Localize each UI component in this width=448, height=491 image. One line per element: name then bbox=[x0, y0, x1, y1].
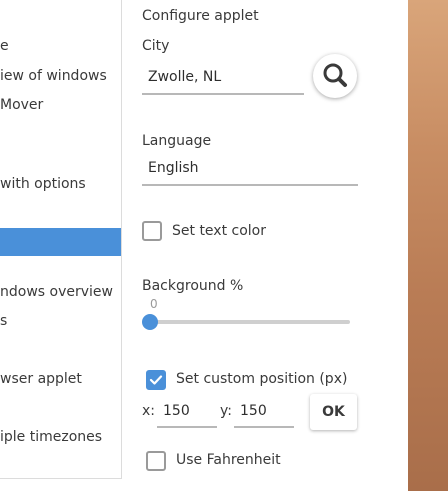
background-value: 0 bbox=[150, 297, 158, 311]
list-item-label: wser applet bbox=[0, 371, 82, 387]
set-text-color-checkbox[interactable] bbox=[142, 221, 162, 241]
list-item-label: with options bbox=[0, 176, 86, 192]
language-label: Language bbox=[142, 133, 212, 149]
list-item[interactable]: with options bbox=[0, 170, 121, 198]
search-button[interactable] bbox=[313, 54, 357, 98]
background-label: Background % bbox=[142, 278, 244, 294]
config-title: Configure applet bbox=[142, 8, 259, 24]
check-icon bbox=[149, 375, 163, 385]
custom-position-label: Set custom position (px) bbox=[176, 371, 348, 387]
list-item[interactable]: wser applet bbox=[0, 365, 121, 393]
list-item-label: s bbox=[0, 313, 8, 329]
list-item[interactable]: e bbox=[0, 32, 121, 60]
list-item-label: Mover bbox=[0, 97, 44, 113]
applet-list: e iew of windows Mover with options ndow… bbox=[0, 0, 122, 479]
language-input[interactable]: English bbox=[142, 150, 358, 186]
y-position-input[interactable]: 150 bbox=[234, 394, 294, 428]
background-slider-handle[interactable] bbox=[142, 314, 158, 330]
x-label: x: bbox=[142, 403, 156, 419]
list-item-label: iew of windows bbox=[0, 68, 107, 84]
search-icon bbox=[323, 63, 347, 87]
set-text-color-label: Set text color bbox=[172, 223, 266, 239]
list-item[interactable]: s bbox=[0, 307, 121, 335]
list-item[interactable]: iew of windows bbox=[0, 62, 121, 90]
ok-button[interactable]: OK bbox=[310, 394, 357, 430]
use-fahrenheit-label: Use Fahrenheit bbox=[176, 452, 281, 468]
list-item-label: iple timezones bbox=[0, 429, 103, 445]
list-item[interactable]: iple timezones bbox=[0, 423, 121, 451]
city-input[interactable]: Zwolle, NL bbox=[142, 59, 304, 95]
city-label: City bbox=[142, 38, 170, 54]
list-item-selected[interactable] bbox=[0, 228, 121, 256]
list-item-label: ndows overview bbox=[0, 284, 113, 300]
desktop-background bbox=[408, 0, 448, 491]
background-slider-track[interactable] bbox=[150, 320, 350, 324]
list-item-label: e bbox=[0, 38, 9, 54]
x-position-input[interactable]: 150 bbox=[157, 394, 217, 428]
custom-position-checkbox[interactable] bbox=[146, 370, 166, 390]
y-label: y: bbox=[220, 403, 232, 419]
list-item[interactable]: Mover bbox=[0, 91, 121, 119]
list-item[interactable]: ndows overview bbox=[0, 278, 121, 306]
use-fahrenheit-checkbox[interactable] bbox=[146, 451, 166, 471]
